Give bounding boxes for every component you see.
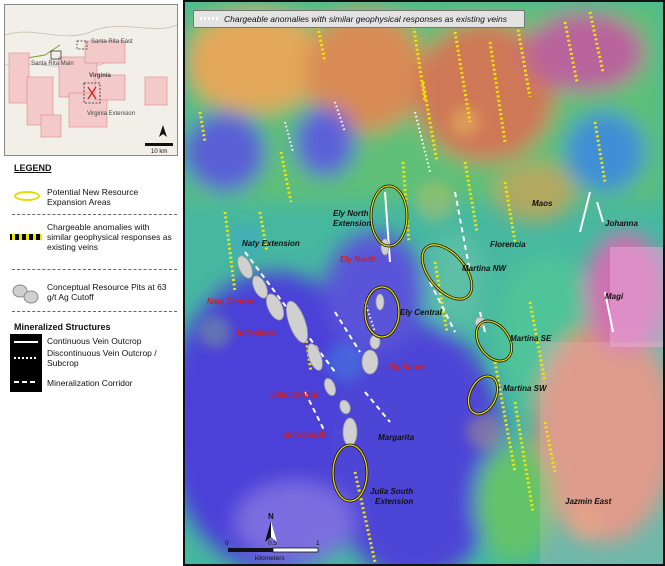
label-magi: Magi [605,292,624,301]
label-julia-central: Julia Central [270,390,319,399]
anomaly-banner: Chargeable anomalies with similar geophy… [193,10,525,28]
legend-item-chargeable-anomalies: Chargeable anomalies with similar geophy… [47,222,172,252]
label-martina-sw: Martina SW [503,384,548,393]
structure-discontinuous-vein: Discontinuous Vein Outcrop / Subcrop [47,348,157,368]
dashed-white-line-icon [14,381,38,383]
inset-label-santa-rita-east: Santa Rita East [91,39,133,45]
label-julia-north: Julia North [235,329,277,338]
label-naty-central: Naty Central [207,297,255,306]
label-ely-north-extension-1: Ely North [333,209,369,218]
label-martina-nw: Martina NW [462,264,507,273]
label-ely-central: Ely Central [400,308,443,317]
location-inset-map: Santa Rita East Santa Rita Main Virginia… [4,4,178,156]
legend-divider [12,214,177,215]
legend-item-resource-pits: Conceptual Resource Pits at 63 g/t Ag Cu… [47,282,167,302]
scale-unit: kilometers [255,555,285,562]
banner-text: Chargeable anomalies with similar geophy… [224,14,508,24]
legend-divider [12,269,177,270]
label-ely-north: Ely North [340,255,376,264]
label-julia-south-extension-2: Extension [375,497,413,506]
inset-label-virginia-extension: Virginia Extension [87,111,135,117]
mineralized-structures-title: Mineralized Structures [14,322,111,332]
label-maos: Maos [532,199,553,208]
scale-tick-0: 0 [225,540,229,547]
label-ely-north-extension-2: Extension [333,219,371,228]
yellow-ellipse-icon [14,191,40,201]
structure-mineralization-corridor: Mineralization Corridor [47,378,133,388]
scale-tick-1: 1 [316,540,320,547]
inset-label-virginia: Virginia [89,73,112,79]
dotted-white-line-icon [14,357,38,359]
label-jazmin-east: Jazmin East [565,497,612,506]
chargeability-map-graphic: Ely North Extension Naty Extension Ely C… [185,2,663,564]
white-dotted-line-icon [200,17,220,20]
label-julia-south: Julia South [283,430,326,439]
legend-title: LEGEND [14,163,52,173]
inset-scale-label: 10 km [151,149,167,155]
label-ely-south: Ely South [388,363,425,372]
label-julia-south-extension-1: Julia South [370,487,413,496]
geophysical-map[interactable]: Ely North Extension Naty Extension Ely C… [183,0,665,566]
yellow-dotted-line-icon [10,234,42,240]
label-naty-extension: Naty Extension [242,239,300,248]
label-margarita: Margarita [378,433,415,442]
inset-north-arrow-icon [159,125,167,137]
legend-panel: Santa Rita East Santa Rita Main Virginia… [0,0,183,566]
label-johanna: Johanna [605,219,638,228]
label-florencia: Florencia [490,240,526,249]
legend-item-expansion-areas: Potential New Resource Expansion Areas [47,187,139,207]
legend-divider [12,311,177,312]
structure-continuous-vein: Continuous Vein Outcrop [47,336,142,346]
north-label: N [268,512,274,521]
inset-map-graphic: Santa Rita East Santa Rita Main Virginia… [5,24,177,155]
solid-white-line-icon [14,341,38,343]
inset-label-santa-rita-main: Santa Rita Main [31,61,74,67]
label-martina-se: Martina SE [510,334,552,343]
gray-pit-icon [12,284,39,304]
